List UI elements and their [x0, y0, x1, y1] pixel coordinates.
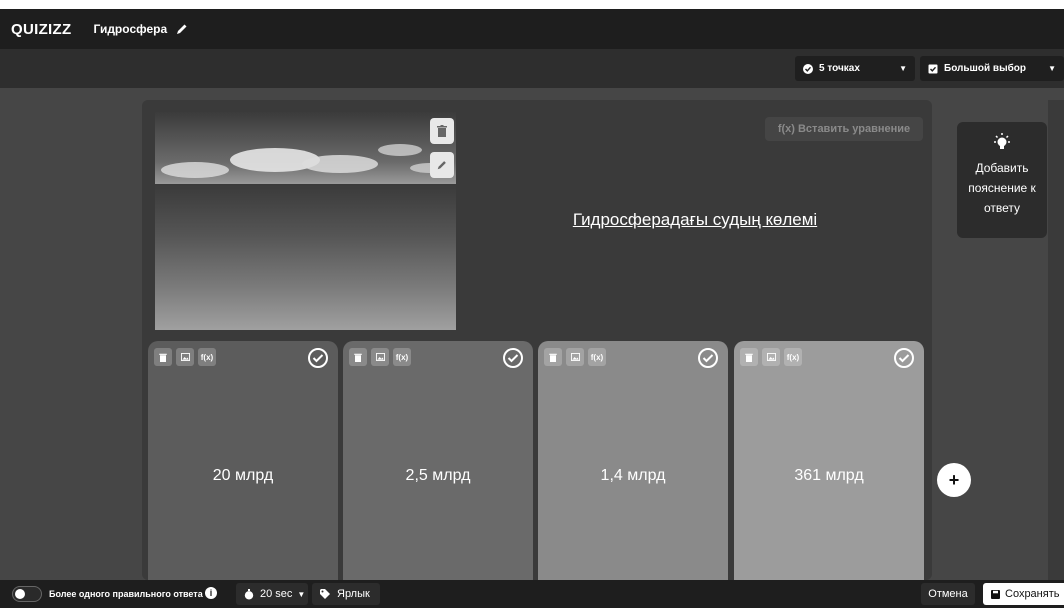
footer-bar: Более одного правильного ответа i 20 sec…: [0, 580, 1064, 608]
save-label: Сохранять: [1005, 588, 1060, 600]
answer-tools: f(x): [544, 348, 606, 366]
equation-icon[interactable]: f(x): [198, 348, 216, 366]
equation-icon[interactable]: f(x): [393, 348, 411, 366]
trash-icon[interactable]: [154, 348, 172, 366]
chevron-down-icon: ▼: [899, 64, 907, 73]
tag-label: Ярлык: [337, 588, 370, 600]
toggle-knob: [15, 589, 25, 599]
answer-tools: f(x): [349, 348, 411, 366]
check-circle-icon[interactable]: [698, 348, 718, 368]
question-type-label: Большой выбор: [944, 63, 1026, 74]
points-label: 5 точках: [819, 63, 860, 74]
add-explanation-label: Добавить пояснение к ответу: [968, 161, 1036, 215]
checkbox-icon: [928, 64, 938, 73]
trash-icon[interactable]: [544, 348, 562, 366]
stopwatch-icon: [244, 588, 254, 599]
save-icon: [991, 589, 1000, 599]
answer-option-2[interactable]: f(x) 2,5 млрд: [343, 341, 533, 580]
app-header: QUIZIZZ Гидросфера: [0, 9, 1064, 49]
check-circle-icon[interactable]: [308, 348, 328, 368]
check-circle-icon[interactable]: [503, 348, 523, 368]
quizizz-logo[interactable]: QUIZIZZ: [11, 21, 71, 38]
pencil-icon: [437, 161, 446, 170]
cancel-button[interactable]: Отмена: [921, 583, 975, 605]
tag-button[interactable]: Ярлык: [312, 583, 380, 605]
check-circle-icon: [803, 63, 813, 74]
answer-text[interactable]: 20 млрд: [148, 467, 338, 485]
image-icon[interactable]: [176, 348, 194, 366]
pencil-icon[interactable]: [175, 22, 189, 36]
delete-image-button[interactable]: [430, 118, 454, 144]
chevron-down-icon: ▼: [297, 589, 306, 599]
lightbulb-icon: [994, 133, 1010, 149]
quiz-title[interactable]: Гидросфера: [93, 22, 167, 36]
image-clouds: [161, 144, 450, 178]
multiple-correct-toggle[interactable]: [12, 586, 42, 602]
question-type-dropdown[interactable]: Большой выбор ▼: [920, 56, 1064, 81]
image-icon[interactable]: [371, 348, 389, 366]
info-icon[interactable]: i: [205, 587, 217, 599]
multiple-correct-label: Более одного правильного ответа: [49, 589, 203, 599]
answer-text[interactable]: 2,5 млрд: [343, 467, 533, 485]
answer-tools: f(x): [154, 348, 216, 366]
save-button[interactable]: Сохранять: [983, 583, 1064, 605]
timer-dropdown[interactable]: 20 sec ▼: [236, 583, 308, 605]
answer-text[interactable]: 1,4 млрд: [538, 467, 728, 485]
answer-text[interactable]: 361 млрд: [734, 467, 924, 485]
image-icon[interactable]: [566, 348, 584, 366]
equation-icon[interactable]: f(x): [588, 348, 606, 366]
equation-icon[interactable]: f(x): [784, 348, 802, 366]
image-sea: [155, 184, 456, 330]
browser-top-strip: [0, 0, 1064, 9]
add-explanation-button[interactable]: Добавить пояснение к ответу: [957, 122, 1047, 238]
image-tools: [430, 118, 454, 186]
side-panel-edge: [1048, 100, 1064, 580]
answer-option-3[interactable]: f(x) 1,4 млрд: [538, 341, 728, 580]
answer-option-4[interactable]: f(x) 361 млрд: [734, 341, 924, 580]
edit-image-button[interactable]: [430, 152, 454, 178]
check-circle-icon[interactable]: [894, 348, 914, 368]
add-answer-button[interactable]: +: [937, 463, 971, 497]
question-image: [155, 112, 456, 330]
answer-option-1[interactable]: f(x) 20 млрд: [148, 341, 338, 580]
insert-equation-button[interactable]: f(x) Вставить уравнение: [765, 117, 923, 141]
chevron-down-icon: ▼: [1048, 64, 1056, 73]
trash-icon[interactable]: [740, 348, 758, 366]
timer-label: 20 sec: [260, 588, 293, 600]
image-icon[interactable]: [762, 348, 780, 366]
question-settings-bar: 5 точках ▼ Большой выбор ▼: [0, 49, 1064, 88]
trash-icon: [437, 125, 447, 137]
points-dropdown[interactable]: 5 точках ▼: [795, 56, 915, 81]
question-text[interactable]: Гидросферадағы судың көлемі: [470, 210, 920, 230]
trash-icon[interactable]: [349, 348, 367, 366]
answer-tools: f(x): [740, 348, 802, 366]
tag-icon: [320, 589, 330, 599]
